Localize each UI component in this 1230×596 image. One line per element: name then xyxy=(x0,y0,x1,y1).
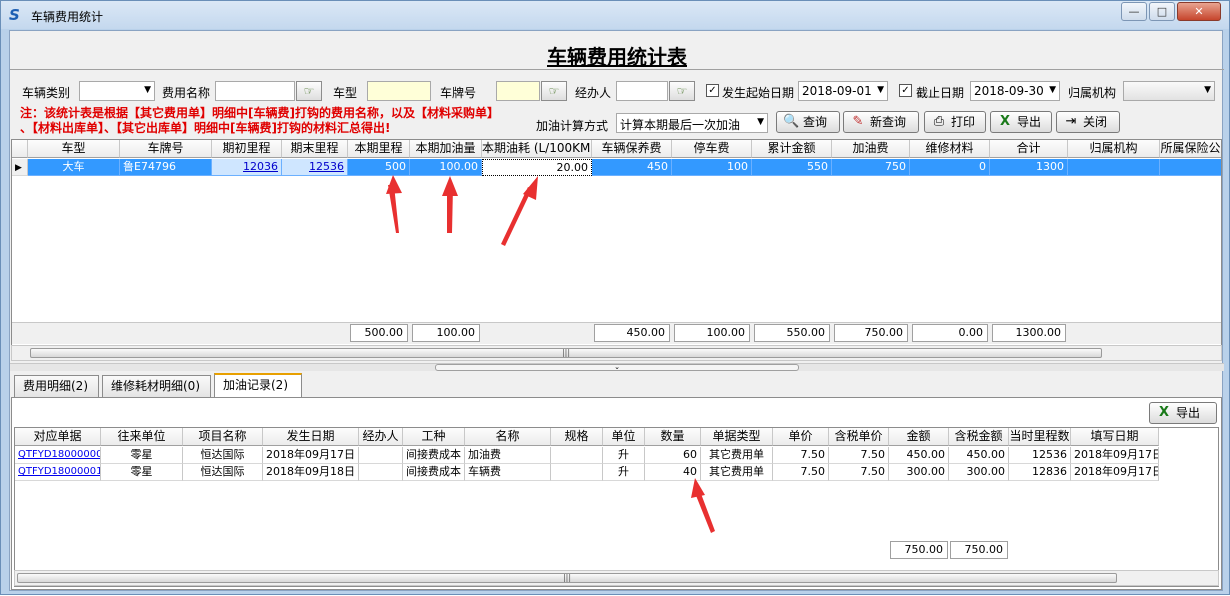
annotation-arrow xyxy=(442,176,458,196)
annotation-arrow xyxy=(695,491,715,533)
annotation-arrow xyxy=(386,175,402,194)
annotation-arrow xyxy=(691,478,705,498)
app-window: S 车辆费用统计 — □ ✕ 车辆费用统计表 车辆类别 ▼ 费用名称 ☞ 车型 … xyxy=(0,0,1230,595)
annotation-arrows xyxy=(386,175,715,533)
